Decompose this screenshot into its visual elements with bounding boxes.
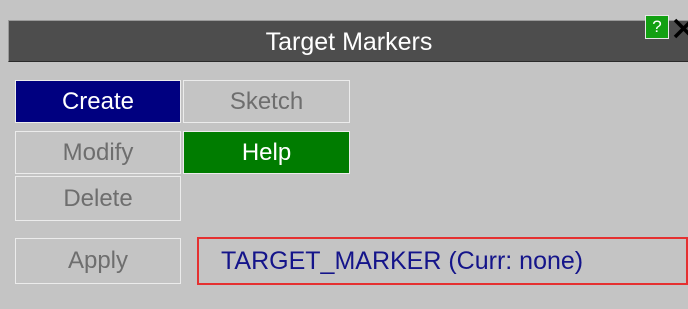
close-icon[interactable]	[672, 16, 688, 40]
target-markers-panel: Target Markers ? Create Sketch Modify He…	[0, 0, 688, 309]
help-button[interactable]: Help	[183, 131, 350, 174]
help-question-button[interactable]: ?	[645, 15, 669, 39]
sketch-button[interactable]: Sketch	[183, 80, 350, 123]
modify-button[interactable]: Modify	[15, 131, 181, 174]
apply-button[interactable]: Apply	[15, 238, 181, 284]
create-button[interactable]: Create	[15, 80, 181, 123]
title-bar[interactable]: Target Markers	[8, 20, 688, 62]
target-marker-field[interactable]: TARGET_MARKER (Curr: none)	[197, 237, 688, 285]
delete-button[interactable]: Delete	[15, 176, 181, 221]
window-title: Target Markers	[265, 28, 433, 56]
